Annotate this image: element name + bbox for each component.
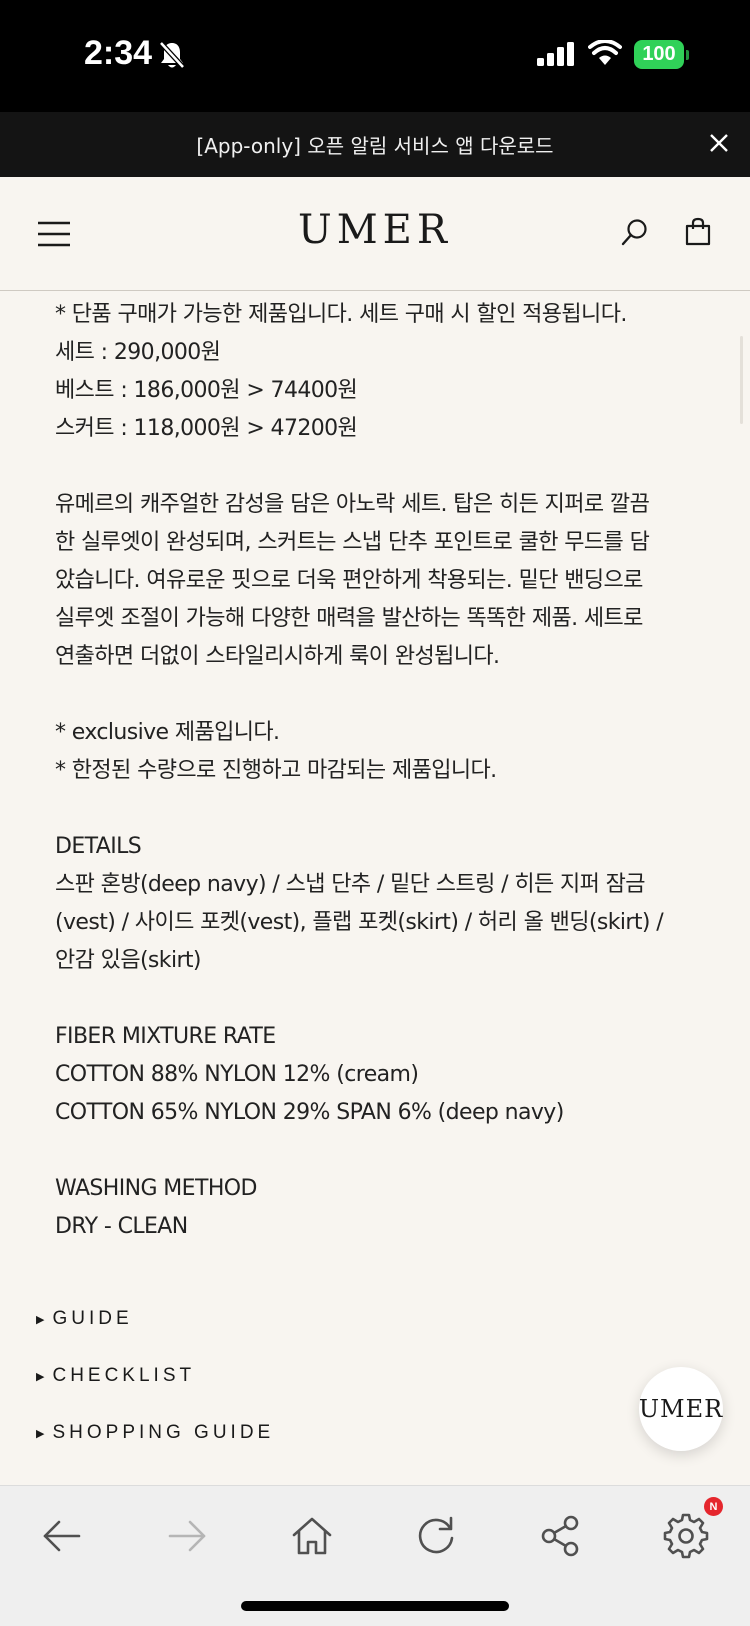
description-line: 실루엣 조절이 가능해 다양한 매력을 발산하는 똑똑한 제품. 세트로 [55, 606, 643, 631]
battery-indicator: 100 [634, 40, 684, 69]
description-line: COTTON 88% NYLON 12% (cream) [55, 1062, 419, 1087]
cellular-signal-icon [537, 42, 575, 70]
site-header: UMER [0, 177, 750, 291]
promo-banner-text[interactable]: [App-only] 오픈 알림 서비스 앱 다운로드 [196, 130, 553, 159]
description-line: 베스트 : 186,000원 > 74400원 [55, 378, 358, 403]
search-icon[interactable] [620, 217, 650, 251]
wifi-icon [588, 39, 622, 70]
share-icon[interactable] [533, 1508, 589, 1564]
description-line: * 단품 구매가 가능한 제품입니다. 세트 구매 시 할인 적용됩니다. [55, 302, 627, 327]
description-line: * exclusive 제품입니다. [55, 720, 280, 745]
status-time: 2:34 [84, 34, 153, 72]
battery-tip [686, 50, 689, 60]
settings-icon[interactable] [658, 1508, 714, 1564]
guide-label: GUIDE [52, 1308, 133, 1329]
forward-arrow-icon[interactable] [160, 1508, 216, 1564]
shopping-guide-link[interactable]: ▶ SHOPPING GUIDE [36, 1422, 274, 1444]
description-line: DRY - CLEAN [55, 1214, 188, 1239]
guide-link[interactable]: ▶ GUIDE [36, 1308, 133, 1330]
shopping-bag-icon[interactable] [684, 217, 712, 251]
caret-right-icon: ▶ [36, 1370, 45, 1383]
status-bar: 2:34 100 [0, 0, 750, 112]
back-arrow-icon[interactable] [35, 1508, 91, 1564]
caret-right-icon: ▶ [36, 1313, 45, 1326]
notification-badge: N [704, 1497, 723, 1516]
description-line: 안감 있음(skirt) [55, 948, 202, 973]
close-icon[interactable] [708, 132, 730, 159]
caret-right-icon: ▶ [36, 1427, 45, 1440]
reload-icon[interactable] [408, 1508, 464, 1564]
description-line: COTTON 65% NYLON 29% SPAN 6% (deep navy) [55, 1100, 564, 1125]
description-line: FIBER MIXTURE RATE [55, 1024, 276, 1049]
description-line: 한 실루엣이 완성되며, 스커트는 스냅 단추 포인트로 쿨한 무드를 담 [55, 530, 650, 555]
description-line: 았습니다. 여유로운 핏으로 더욱 편안하게 착용되는. 밑단 밴딩으로 [55, 568, 643, 593]
promo-banner[interactable]: [App-only] 오픈 알림 서비스 앱 다운로드 [0, 112, 750, 177]
bell-off-icon [158, 40, 186, 74]
checklist-label: CHECKLIST [52, 1365, 196, 1386]
description-line: WASHING METHOD [55, 1176, 257, 1201]
home-icon[interactable] [284, 1508, 340, 1564]
description-line: 유메르의 캐주얼한 감성을 담은 아노락 세트. 탑은 히든 지퍼로 깔끔 [55, 492, 650, 517]
shopping-guide-label: SHOPPING GUIDE [52, 1422, 275, 1443]
description-line: (vest) / 사이드 포켓(vest), 플랩 포켓(skirt) / 허리… [55, 910, 664, 935]
product-description: * 단품 구매가 가능한 제품입니다. 세트 구매 시 할인 적용됩니다. 세트 … [55, 296, 695, 1246]
description-line: 세트 : 290,000원 [55, 340, 221, 365]
description-line: * 한정된 수량으로 진행하고 마감되는 제품입니다. [55, 758, 497, 783]
description-line: DETAILS [55, 834, 142, 859]
description-line: 스판 혼방(deep navy) / 스냅 단추 / 밑단 스트링 / 히든 지… [55, 872, 646, 897]
description-line: 연출하면 더없이 스타일리시하게 룩이 완성됩니다. [55, 644, 500, 669]
description-line: 스커트 : 118,000원 > 47200원 [55, 416, 358, 441]
floating-brand-button[interactable]: UMER [639, 1367, 723, 1451]
checklist-link[interactable]: ▶ CHECKLIST [36, 1365, 195, 1387]
home-indicator[interactable] [241, 1601, 509, 1611]
scroll-indicator[interactable] [740, 336, 743, 424]
